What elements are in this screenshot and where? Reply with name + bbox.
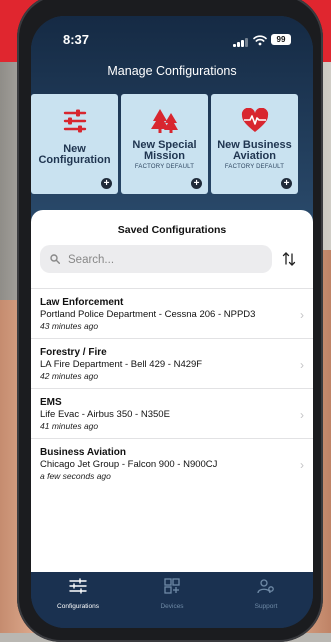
cellular-signal-icon: [233, 37, 249, 47]
sort-icon[interactable]: [282, 251, 296, 267]
tab-label: Devices: [160, 603, 184, 610]
new-configuration-tile[interactable]: New Configuration +: [31, 94, 118, 194]
item-description: LA Fire Department - Bell 429 - N429F: [40, 359, 203, 370]
list-item[interactable]: Law Enforcement Portland Police Departme…: [31, 288, 313, 338]
tab-support[interactable]: Support: [219, 578, 313, 610]
list-item[interactable]: Forestry / Fire LA Fire Department - Bel…: [31, 338, 313, 388]
chevron-right-icon: ›: [300, 307, 304, 322]
tab-devices[interactable]: Devices: [125, 578, 219, 610]
item-category: Law Enforcement: [40, 297, 124, 308]
new-config-tiles: New Configuration + New Special Mission …: [31, 94, 313, 194]
tile-subtitle: FACTORY DEFAULT: [134, 164, 195, 170]
item-description: Life Evac - Airbus 350 - N350E: [40, 409, 170, 420]
tab-configurations[interactable]: Configurations: [31, 578, 125, 610]
item-category: Forestry / Fire: [40, 347, 107, 358]
new-business-aviation-tile[interactable]: New Business Aviation FACTORY DEFAULT +: [211, 94, 298, 194]
tile-label-line2: Mission: [144, 150, 185, 162]
item-category: Business Aviation: [40, 447, 126, 458]
search-icon: [50, 254, 60, 264]
item-time: 42 minutes ago: [40, 371, 99, 381]
trees-icon: [150, 109, 178, 133]
devices-icon: [164, 578, 180, 594]
battery-icon: 99: [271, 34, 291, 45]
tile-label-line2: Configuration: [38, 154, 111, 166]
chevron-right-icon: ›: [300, 457, 304, 472]
item-time: 41 minutes ago: [40, 421, 99, 431]
tile-subtitle: FACTORY DEFAULT: [224, 164, 285, 170]
item-time: 43 minutes ago: [40, 321, 99, 331]
status-time: 8:37: [63, 32, 90, 47]
new-special-mission-tile[interactable]: New Special Mission FACTORY DEFAULT +: [121, 94, 208, 194]
add-icon: +: [281, 178, 292, 189]
wifi-icon: [253, 35, 267, 46]
tile-label-line2: Aviation: [233, 150, 276, 162]
configurations-list: Law Enforcement Portland Police Departme…: [31, 288, 313, 488]
chevron-right-icon: ›: [300, 357, 304, 372]
list-item[interactable]: EMS Life Evac - Airbus 350 - N350E 41 mi…: [31, 388, 313, 438]
tab-bar: Configurations Devices Support: [31, 572, 313, 628]
search-input[interactable]: [66, 251, 260, 269]
status-bar: 8:37 99: [31, 32, 313, 52]
add-icon: +: [191, 178, 202, 189]
list-item[interactable]: Business Aviation Chicago Jet Group - Fa…: [31, 438, 313, 488]
phone-screen: 8:37 99 Manage Configurations New Config…: [31, 16, 313, 628]
item-description: Portland Police Department - Cessna 206 …: [40, 309, 256, 320]
item-category: EMS: [40, 397, 62, 408]
chevron-right-icon: ›: [300, 407, 304, 422]
sliders-icon: [69, 578, 87, 594]
tab-label: Support: [254, 603, 278, 610]
heart-pulse-icon: [241, 108, 268, 132]
tab-label: Configurations: [57, 603, 99, 610]
page-title: Manage Configurations: [107, 64, 237, 78]
search-bar[interactable]: [40, 245, 272, 273]
item-time: a few seconds ago: [40, 471, 111, 481]
support-icon: [257, 579, 274, 594]
section-title: Saved Configurations: [117, 224, 227, 236]
add-icon: +: [101, 178, 112, 189]
sliders-icon: [63, 109, 86, 133]
saved-configurations-sheet: Saved Configurations Law Enforcement Por…: [31, 210, 313, 572]
item-description: Chicago Jet Group - Falcon 900 - N900CJ: [40, 459, 218, 470]
